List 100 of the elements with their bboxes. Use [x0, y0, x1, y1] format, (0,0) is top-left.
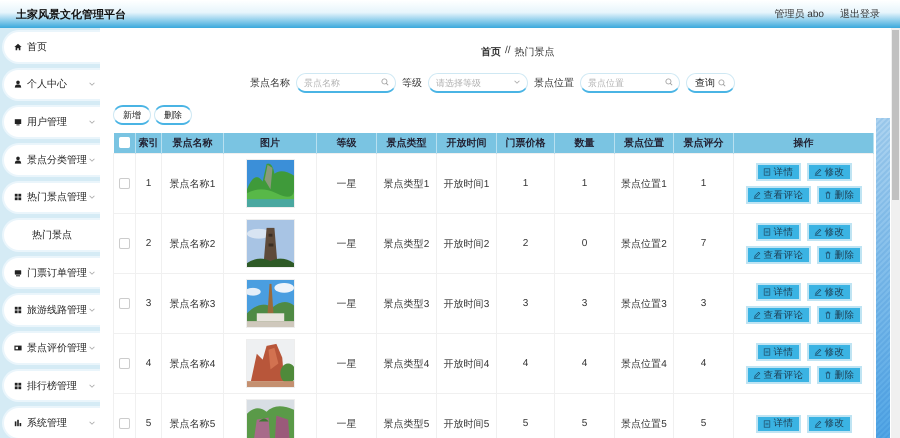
action-button[interactable]: 删除 [816, 246, 862, 264]
sidebar-item[interactable]: 热门景点管理 [4, 182, 100, 212]
action-button[interactable]: 查看评论 [746, 366, 810, 384]
table-cell: 景点位置2 [614, 214, 674, 274]
table-cell: 4 [554, 334, 614, 394]
document-icon [762, 168, 770, 176]
ticket-icon [14, 344, 22, 352]
row-checkbox[interactable] [119, 238, 130, 249]
column-header: 景点名称 [162, 133, 224, 154]
table-cell: 1 [674, 154, 734, 214]
search-button[interactable]: 查询 [686, 73, 735, 93]
toolbar-button[interactable]: 新增 [113, 105, 151, 125]
document-icon [762, 348, 770, 356]
search-icon [665, 78, 673, 86]
table-cell: 4 [674, 334, 734, 394]
chevron-down-icon [88, 193, 96, 202]
action-button[interactable]: 详情 [756, 414, 800, 432]
table-cell: 景点名称3 [162, 274, 224, 334]
row-checkbox[interactable] [119, 178, 130, 189]
logout-link[interactable]: 退出登录 [840, 7, 880, 21]
action-button[interactable]: 修改 [806, 343, 852, 361]
pencil-icon [752, 371, 760, 379]
column-header: 数量 [554, 133, 614, 154]
sidebar-item[interactable]: 排行榜管理 [4, 370, 100, 400]
sidebar-item[interactable]: 景点评价管理 [4, 333, 100, 363]
action-button[interactable]: 详情 [756, 163, 800, 181]
breadcrumb-item[interactable]: 首页 [481, 45, 501, 59]
app-title: 土家风景文化管理平台 [16, 8, 127, 22]
action-button[interactable]: 详情 [756, 223, 800, 241]
breadcrumb-item[interactable]: 热门景点 [514, 45, 555, 59]
sidebar-item[interactable]: 个人中心 [4, 70, 100, 100]
chevron-down-icon [88, 80, 96, 88]
row-checkbox[interactable] [119, 418, 130, 429]
table-cell: 一星 [316, 274, 376, 334]
table-cell: 景点类型2 [376, 214, 436, 274]
field-label: 等级 [402, 77, 422, 90]
table-cell: 3 [674, 274, 734, 334]
select-all-checkbox[interactable] [118, 137, 130, 148]
chevron-down-icon [88, 382, 96, 390]
table-cell: 一星 [316, 154, 376, 214]
action-button[interactable]: 修改 [806, 414, 852, 432]
action-button[interactable]: 删除 [816, 186, 862, 204]
sidebar-item[interactable]: 门票订单管理 [4, 258, 100, 288]
column-header: 图片 [224, 133, 316, 154]
document-icon [762, 420, 770, 428]
column-header: 景点评分 [674, 133, 734, 154]
chevron-down-icon [88, 118, 96, 126]
table-cell: 2 [496, 214, 554, 274]
table-cell: 开放时间1 [436, 154, 496, 214]
table-cell: 2 [136, 214, 162, 274]
action-button[interactable]: 修改 [806, 283, 852, 301]
table-cell: 7 [674, 214, 734, 274]
sidebar-item[interactable]: 景点分类管理 [4, 144, 100, 175]
monitor-icon [14, 118, 22, 126]
search-field[interactable]: 景点位置 [580, 73, 680, 93]
table-cell: 景点类型4 [376, 334, 436, 394]
sidebar-item[interactable]: 系统管理 [4, 408, 100, 438]
home-icon [14, 42, 22, 51]
action-button[interactable]: 详情 [756, 283, 800, 301]
column-header: 索引 [136, 133, 162, 154]
action-button[interactable]: 删除 [816, 306, 862, 324]
action-button[interactable]: 查看评论 [746, 246, 810, 264]
sidebar-item[interactable]: 用户管理 [4, 107, 100, 137]
sidebar-item[interactable]: 首页 [4, 32, 100, 62]
grid-icon [14, 306, 22, 314]
document-icon [762, 228, 770, 236]
table-cell: 景点名称2 [162, 214, 224, 274]
action-button[interactable]: 详情 [756, 343, 800, 361]
select-field[interactable]: 请选择等级 [428, 73, 528, 93]
breadcrumb-separator: // [505, 45, 511, 58]
table-cell: 0 [554, 214, 614, 274]
chevron-down-icon [88, 268, 96, 277]
pencil-icon [752, 191, 760, 199]
row-checkbox[interactable] [119, 298, 130, 309]
action-button[interactable]: 修改 [806, 163, 852, 181]
scrollbar[interactable] [891, 28, 900, 438]
toolbar-button[interactable]: 删除 [154, 105, 192, 125]
chevron-down-icon [88, 156, 96, 164]
table-cell: 一星 [316, 334, 376, 394]
search-field[interactable]: 景点名称 [296, 73, 396, 93]
action-button[interactable]: 查看评论 [746, 306, 810, 324]
user-name: 管理员 abo [774, 8, 824, 21]
table-cell: 开放时间4 [436, 334, 496, 394]
monitor-icon [14, 268, 22, 277]
user-icon [14, 156, 22, 164]
table-cell: 1 [136, 154, 162, 214]
table-cell: 景点类型1 [376, 154, 436, 214]
table-cell: 3 [496, 274, 554, 334]
sidebar-subitem[interactable]: 热门景点 [4, 220, 100, 250]
table-cell: 景点位置3 [614, 274, 674, 334]
action-button[interactable]: 查看评论 [746, 186, 810, 204]
sidebar-item[interactable]: 旅游线路管理 [4, 295, 100, 326]
chevron-down-icon [88, 306, 96, 314]
pencil-icon [752, 311, 760, 319]
column-header: 开放时间 [436, 133, 496, 154]
column-header: 等级 [316, 133, 376, 154]
row-checkbox[interactable] [119, 358, 130, 369]
action-button[interactable]: 删除 [816, 366, 862, 384]
pencil-icon [814, 228, 822, 236]
action-button[interactable]: 修改 [806, 223, 852, 241]
